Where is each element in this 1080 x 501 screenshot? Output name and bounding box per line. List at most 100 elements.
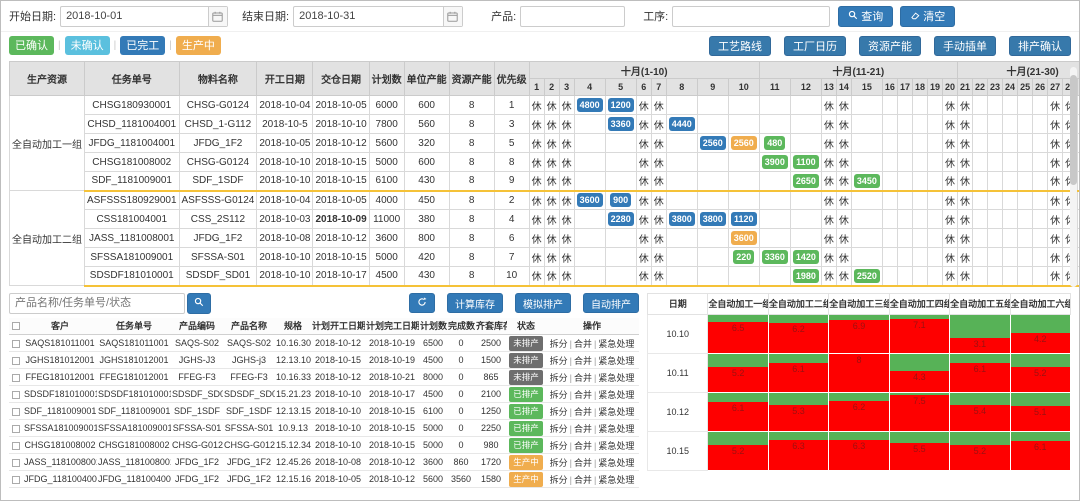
toolbar-button-5[interactable]: 排产确认 [1009, 36, 1071, 56]
gantt-task-bar[interactable]: 2650 [793, 174, 819, 188]
query-button[interactable]: 查询 [838, 6, 893, 27]
op-link-2[interactable]: 合并 [574, 390, 592, 400]
row-checkbox[interactable] [12, 476, 20, 484]
row-checkbox[interactable] [12, 340, 20, 348]
gantt-task-bar[interactable]: 3600 [577, 193, 603, 207]
gantt-task-bar[interactable]: 1100 [793, 155, 819, 169]
op-link-3[interactable]: 紧急处理 [598, 407, 634, 417]
legend-badge-2[interactable]: 未确认 [65, 36, 110, 55]
op-link-3[interactable]: 紧急处理 [598, 339, 634, 349]
gantt-task-bar[interactable]: 1200 [608, 98, 634, 112]
op-link-1[interactable]: 拆分 [550, 475, 568, 485]
gantt-task-bar[interactable]: 3800 [669, 212, 695, 226]
rest-day-cell: 休 [636, 115, 651, 134]
legend-badge-1[interactable]: 已确认 [9, 36, 54, 55]
capacity-gauge: 3.1 [950, 315, 1009, 353]
refresh-button[interactable] [409, 293, 435, 313]
op-link-1[interactable]: 拆分 [550, 339, 568, 349]
gantt-task-bar[interactable]: 480 [764, 136, 785, 150]
op-link-2[interactable]: 合并 [574, 441, 592, 451]
op-link-1[interactable]: 拆分 [550, 441, 568, 451]
row-checkbox[interactable] [12, 374, 20, 382]
op-link-3[interactable]: 紧急处理 [598, 390, 634, 400]
end-date-input[interactable] [294, 7, 443, 26]
gantt-scrollbar[interactable] [1070, 67, 1077, 287]
op-link-2[interactable]: 合并 [574, 407, 592, 417]
toolbar-button-3[interactable]: 资源产能 [859, 36, 921, 56]
op-link-1[interactable]: 拆分 [550, 356, 568, 366]
process-input[interactable] [673, 7, 829, 26]
op-link-3[interactable]: 紧急处理 [598, 441, 634, 451]
row-checkbox[interactable] [12, 391, 20, 399]
schedule-day-cell: 3900 [759, 153, 790, 172]
gantt-task-bar[interactable]: 3360 [608, 117, 634, 131]
gantt-task-bar[interactable]: 1420 [793, 250, 819, 264]
capacity-cell: 5.2 [708, 353, 768, 392]
done-qty-cell: 0 [447, 403, 475, 420]
op-link-1[interactable]: 拆分 [550, 373, 568, 383]
task-number-cell: JASS_1181008001 [85, 229, 180, 248]
start-date-input[interactable] [61, 7, 208, 26]
gantt-task-bar[interactable]: 3900 [762, 155, 788, 169]
gantt-day-header: 9 [697, 79, 728, 96]
op-link-2[interactable]: 合并 [574, 339, 592, 349]
select-all-checkbox[interactable] [12, 322, 20, 330]
legend-badge-3[interactable]: 已完工 [120, 36, 165, 55]
orders-button-3[interactable]: 自动排产 [583, 293, 639, 313]
product-input[interactable] [521, 7, 624, 26]
row-checkbox[interactable] [12, 459, 20, 467]
op-separator: | [594, 373, 596, 383]
clear-button[interactable]: 清空 [900, 6, 955, 27]
op-link-3[interactable]: 紧急处理 [598, 373, 634, 383]
op-link-3[interactable]: 紧急处理 [598, 458, 634, 468]
orders-button-2[interactable]: 模拟排产 [515, 293, 571, 313]
gantt-task-bar[interactable]: 3800 [700, 212, 726, 226]
gantt-task-bar[interactable]: 1120 [731, 212, 757, 226]
gantt-task-bar[interactable]: 2560 [731, 136, 757, 150]
row-checkbox[interactable] [12, 442, 20, 450]
orders-search-input[interactable] [10, 294, 184, 313]
calendar-icon[interactable] [443, 7, 462, 26]
gantt-task-bar[interactable]: 2560 [700, 136, 726, 150]
gantt-task-bar[interactable]: 3450 [854, 174, 880, 188]
gantt-task-bar[interactable]: 3360 [762, 250, 788, 264]
capacity-date-cell: 10.12 [648, 392, 708, 431]
op-link-2[interactable]: 合并 [574, 475, 592, 485]
row-checkbox[interactable] [12, 425, 20, 433]
op-link-2[interactable]: 合并 [574, 458, 592, 468]
toolbar-button-1[interactable]: 工艺路线 [709, 36, 771, 56]
schedule-day-cell [897, 115, 912, 134]
gantt-task-bar[interactable]: 4440 [669, 117, 695, 131]
op-link-3[interactable]: 紧急处理 [598, 475, 634, 485]
gantt-task-bar[interactable]: 220 [733, 250, 754, 264]
op-link-1[interactable]: 拆分 [550, 390, 568, 400]
gantt-task-bar[interactable]: 2520 [854, 269, 880, 283]
gantt-task-bar[interactable]: 900 [610, 193, 631, 207]
toolbar-button-4[interactable]: 手动插单 [934, 36, 996, 56]
orders-search-button[interactable] [187, 293, 211, 314]
gantt-task-bar[interactable]: 3600 [731, 231, 757, 245]
gantt-scrollbar-thumb[interactable] [1070, 75, 1077, 185]
op-link-1[interactable]: 拆分 [550, 407, 568, 417]
toolbar-button-2[interactable]: 工厂日历 [784, 36, 846, 56]
product-code-cell: SFSSA-S01 [171, 420, 223, 437]
rest-day-cell: 休 [958, 267, 973, 286]
op-link-2[interactable]: 合并 [574, 373, 592, 383]
op-link-2[interactable]: 合并 [574, 356, 592, 366]
op-link-1[interactable]: 拆分 [550, 458, 568, 468]
op-link-3[interactable]: 紧急处理 [598, 356, 634, 366]
status-badge: 未排产 [509, 336, 543, 351]
capacity-load-bar: 8 [829, 354, 888, 392]
row-checkbox[interactable] [12, 408, 20, 416]
orders-button-1[interactable]: 计算库存 [447, 293, 503, 313]
row-checkbox[interactable] [12, 357, 20, 365]
gantt-task-bar[interactable]: 1980 [793, 269, 819, 283]
calendar-icon[interactable] [208, 7, 227, 26]
op-link-2[interactable]: 合并 [574, 424, 592, 434]
legend-badge-4[interactable]: 生产中 [176, 36, 221, 55]
op-link-1[interactable]: 拆分 [550, 424, 568, 434]
gantt-task-bar[interactable]: 4800 [577, 98, 603, 112]
gantt-task-bar[interactable]: 2280 [608, 212, 634, 226]
op-link-3[interactable]: 紧急处理 [598, 424, 634, 434]
task-number-cell: SFSSA181009001 [85, 248, 180, 267]
